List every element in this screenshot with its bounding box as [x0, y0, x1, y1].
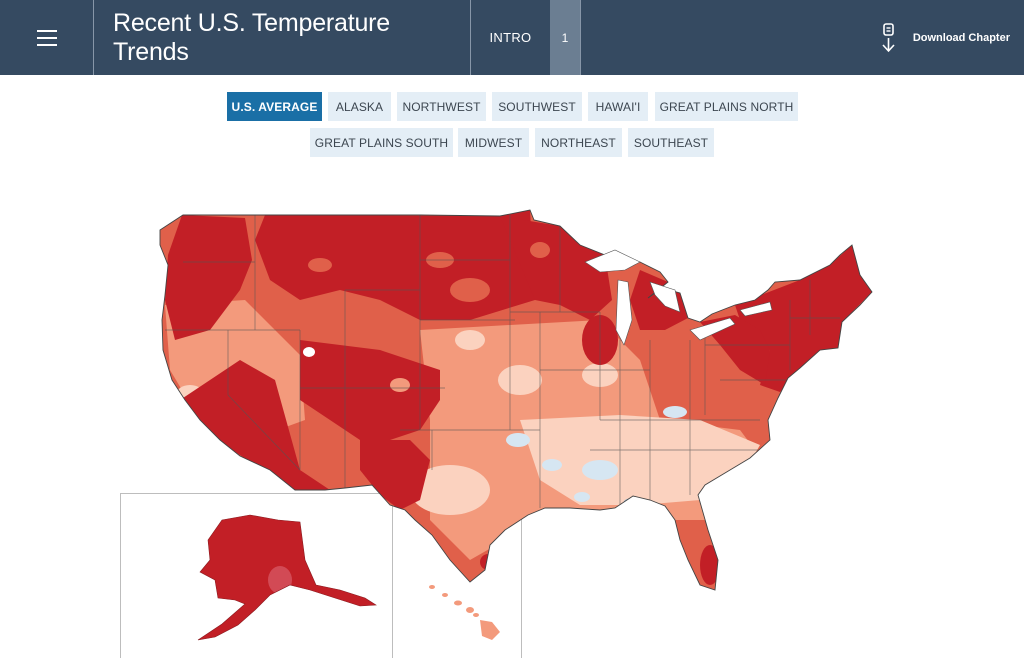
region-button-midwest[interactable]: MIDWEST	[458, 128, 529, 157]
top-navigation-bar: Recent U.S. Temperature Trends INTRO 1 D…	[0, 0, 1024, 75]
region-button-great-plains-north[interactable]: GREAT PLAINS NORTH	[655, 92, 798, 121]
download-chapter-label: Download Chapter	[912, 31, 1010, 44]
us-temperature-trend-map	[159, 209, 873, 641]
tab-intro[interactable]: INTRO	[471, 0, 550, 75]
download-icon	[882, 22, 895, 52]
region-button-northwest[interactable]: NORTHWEST	[397, 92, 486, 121]
region-button-hawaii[interactable]: HAWAI'I	[588, 92, 648, 121]
region-button-southeast[interactable]: SOUTHEAST	[628, 128, 714, 157]
region-button-alaska[interactable]: ALASKA	[328, 92, 391, 121]
alaska-map	[198, 515, 376, 640]
hawaii-map	[429, 585, 500, 640]
region-button-northeast[interactable]: NORTHEAST	[535, 128, 622, 157]
tab-page-number[interactable]: 1	[550, 0, 581, 75]
page-title: Recent U.S. Temperature Trends	[113, 8, 391, 66]
page-title-cell: Recent U.S. Temperature Trends	[94, 0, 471, 75]
hamburger-menu-icon[interactable]	[0, 0, 94, 75]
region-button-southwest[interactable]: SOUTHWEST	[492, 92, 582, 121]
region-button-great-plains-south[interactable]: GREAT PLAINS SOUTH	[310, 128, 453, 157]
download-chapter-button[interactable]: Download Chapter	[879, 0, 1010, 75]
region-button-us-average[interactable]: U.S. AVERAGE	[227, 92, 322, 121]
